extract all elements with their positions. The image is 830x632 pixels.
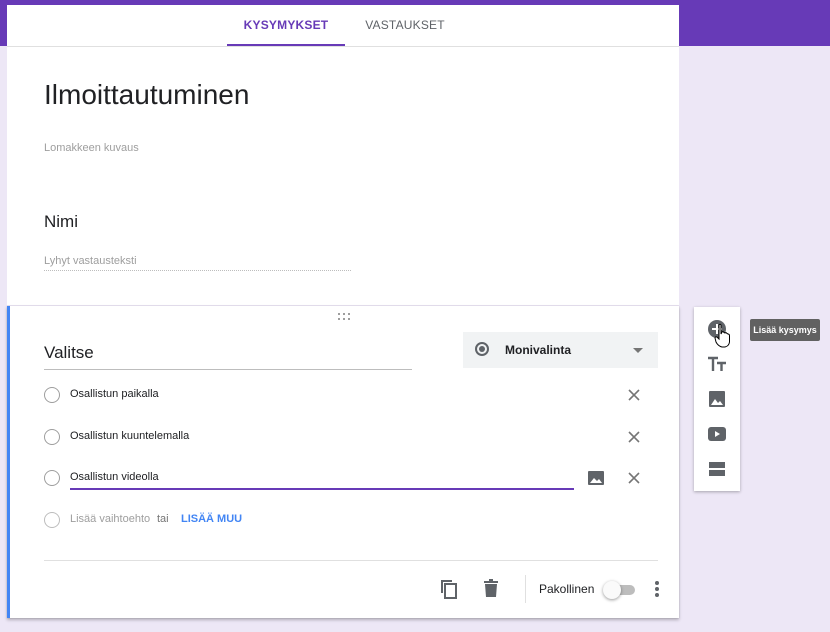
duplicate-icon[interactable] — [438, 578, 460, 600]
question-title[interactable]: Nimi — [44, 212, 78, 232]
active-input-underline — [70, 488, 574, 490]
form-title[interactable]: Ilmoittautuminen — [44, 79, 249, 111]
drag-handle-icon[interactable] — [338, 313, 352, 321]
toggle-thumb — [603, 581, 621, 599]
or-label: tai — [157, 513, 169, 525]
option-row[interactable]: Osallistun kuuntelemalla — [44, 425, 654, 449]
more-vert-icon[interactable] — [646, 578, 668, 600]
active-question-card[interactable]: Valitse Monivalinta Osallistun paikalla … — [7, 306, 679, 618]
section-icon[interactable] — [706, 458, 728, 480]
video-icon[interactable] — [706, 423, 728, 445]
option-label[interactable]: Osallistun paikalla — [70, 388, 159, 400]
radio-button-icon — [475, 342, 489, 356]
form-description-input[interactable]: Lomakkeen kuvaus — [44, 142, 139, 154]
form-header-card: KYSYMYKSET VASTAUKSET Ilmoittautuminen L… — [7, 5, 679, 305]
image-icon[interactable] — [586, 468, 606, 488]
close-icon[interactable] — [624, 385, 644, 405]
required-label: Pakollinen — [539, 582, 595, 596]
radio-circle-icon — [44, 429, 60, 445]
required-toggle[interactable] — [603, 581, 637, 599]
title-text-icon[interactable] — [706, 353, 728, 375]
question-title-input[interactable]: Valitse — [44, 343, 412, 370]
question-type-label: Monivalinta — [505, 343, 572, 357]
option-row[interactable]: Osallistun paikalla — [44, 383, 654, 407]
chevron-down-icon — [633, 348, 643, 353]
close-icon[interactable] — [624, 468, 644, 488]
delete-icon[interactable] — [480, 577, 502, 599]
tab-questions[interactable]: KYSYMYKSET — [227, 5, 345, 46]
add-option-row[interactable]: Lisää vaihtoehto tai LISÄÄ MUU — [44, 508, 654, 532]
radio-circle-icon — [44, 512, 60, 528]
add-option-link[interactable]: Lisää vaihtoehto — [70, 513, 150, 525]
footer-divider — [44, 560, 658, 561]
add-other-button[interactable]: LISÄÄ MUU — [181, 513, 242, 525]
hand-cursor-icon — [714, 323, 730, 348]
footer-separator — [525, 575, 526, 603]
tab-answers[interactable]: VASTAUKSET — [345, 5, 465, 46]
option-input[interactable]: Osallistun videolla — [70, 471, 159, 483]
short-answer-placeholder: Lyhyt vastausteksti — [44, 255, 351, 271]
tooltip: Lisää kysymys — [750, 319, 820, 341]
option-label[interactable]: Osallistun kuuntelemalla — [70, 430, 189, 442]
option-row-active[interactable]: Osallistun videolla — [44, 466, 654, 490]
image-icon[interactable] — [706, 388, 728, 410]
close-icon[interactable] — [624, 427, 644, 447]
question-type-dropdown[interactable]: Monivalinta — [463, 332, 658, 368]
radio-circle-icon — [44, 387, 60, 403]
tab-bar: KYSYMYKSET VASTAUKSET — [7, 5, 679, 47]
radio-circle-icon — [44, 470, 60, 486]
